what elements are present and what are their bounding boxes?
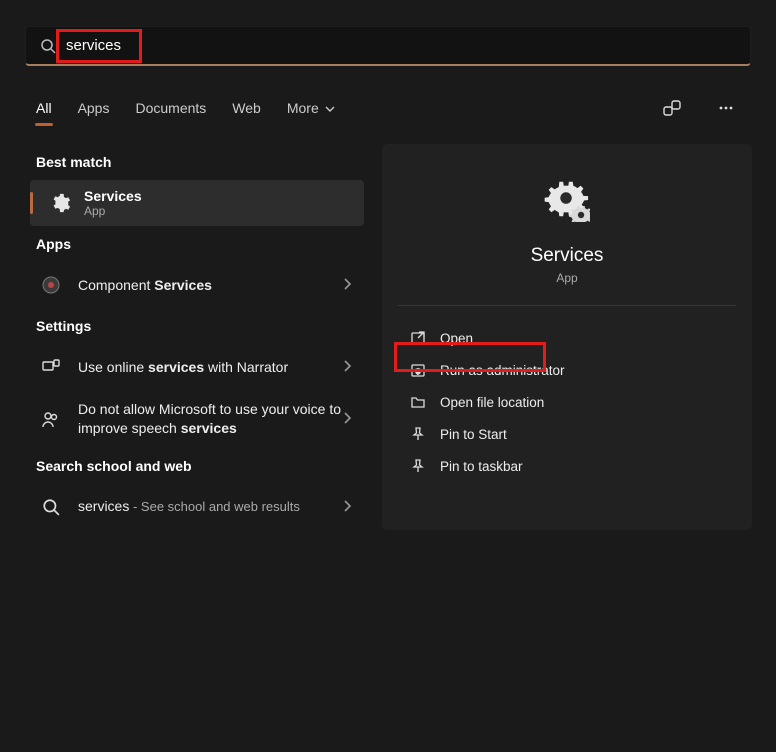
settings-item-speech-label: Do not allow Microsoft to use your voice…	[78, 400, 342, 438]
web-item-label: services - See school and web results	[78, 497, 342, 516]
chevron-right-icon	[342, 359, 352, 375]
preview-hero: Services App	[398, 168, 736, 306]
search-input[interactable]	[66, 37, 736, 54]
action-pin-to-taskbar[interactable]: Pin to taskbar	[400, 450, 734, 482]
chevron-right-icon	[342, 499, 352, 515]
apps-list-item-component-services[interactable]: Component Services	[22, 262, 372, 308]
tab-all[interactable]: All	[36, 100, 52, 116]
admin-shield-icon	[410, 362, 426, 378]
preview-title: Services	[531, 245, 604, 267]
preview-actions: Open Run as administrator Open file loca…	[398, 322, 736, 482]
search-icon	[40, 38, 56, 54]
best-match-subtitle: App	[84, 204, 142, 218]
settings-item-narrator[interactable]: Use online services with Narrator	[22, 344, 372, 390]
chevron-right-icon	[342, 411, 352, 427]
chevron-down-icon	[325, 104, 335, 114]
action-run-admin-label: Run as administrator	[440, 363, 565, 378]
chevron-right-icon	[342, 277, 352, 293]
best-match-title: Services	[84, 188, 142, 204]
tab-web[interactable]: Web	[232, 100, 261, 116]
tab-documents[interactable]: Documents	[135, 100, 206, 116]
tabs-row: All Apps Documents Web More	[0, 94, 776, 122]
settings-item-narrator-label: Use online services with Narrator	[78, 358, 342, 377]
open-icon	[410, 330, 426, 346]
action-open-file-location[interactable]: Open file location	[400, 386, 734, 418]
speech-setting-icon	[38, 406, 64, 432]
action-pin-start-label: Pin to Start	[440, 427, 507, 442]
action-open-label: Open	[440, 331, 473, 346]
pin-icon	[410, 426, 426, 442]
web-item-services[interactable]: services - See school and web results	[22, 484, 372, 530]
tab-more[interactable]: More	[287, 100, 335, 116]
section-best-match: Best match	[22, 144, 372, 180]
narrator-setting-icon	[38, 354, 64, 380]
folder-icon	[410, 394, 426, 410]
search-bar[interactable]	[25, 26, 751, 66]
more-options-icon[interactable]	[712, 94, 740, 122]
tab-more-label: More	[287, 100, 319, 116]
search-icon	[38, 494, 64, 520]
preview-panel: Services App Open Run as administrator O…	[382, 144, 752, 530]
tab-apps[interactable]: Apps	[78, 100, 110, 116]
results-column: Best match Services App Apps Component S…	[12, 144, 372, 530]
settings-item-speech[interactable]: Do not allow Microsoft to use your voice…	[22, 390, 372, 448]
services-gear-icon	[46, 189, 74, 217]
section-settings: Settings	[22, 308, 372, 344]
component-services-icon	[38, 272, 64, 298]
connect-icon[interactable]	[658, 94, 686, 122]
action-pin-taskbar-label: Pin to taskbar	[440, 459, 523, 474]
preview-subtitle: App	[556, 271, 577, 285]
section-school-web: Search school and web	[22, 448, 372, 484]
best-match-item[interactable]: Services App	[30, 180, 364, 226]
pin-icon	[410, 458, 426, 474]
services-large-gear-icon	[544, 176, 590, 227]
action-pin-to-start[interactable]: Pin to Start	[400, 418, 734, 450]
action-run-as-administrator[interactable]: Run as administrator	[400, 354, 734, 386]
action-open-loc-label: Open file location	[440, 395, 544, 410]
section-apps: Apps	[22, 226, 372, 262]
selection-accent	[30, 192, 33, 214]
apps-list-item-label: Component Services	[78, 276, 342, 295]
action-open[interactable]: Open	[400, 322, 734, 354]
